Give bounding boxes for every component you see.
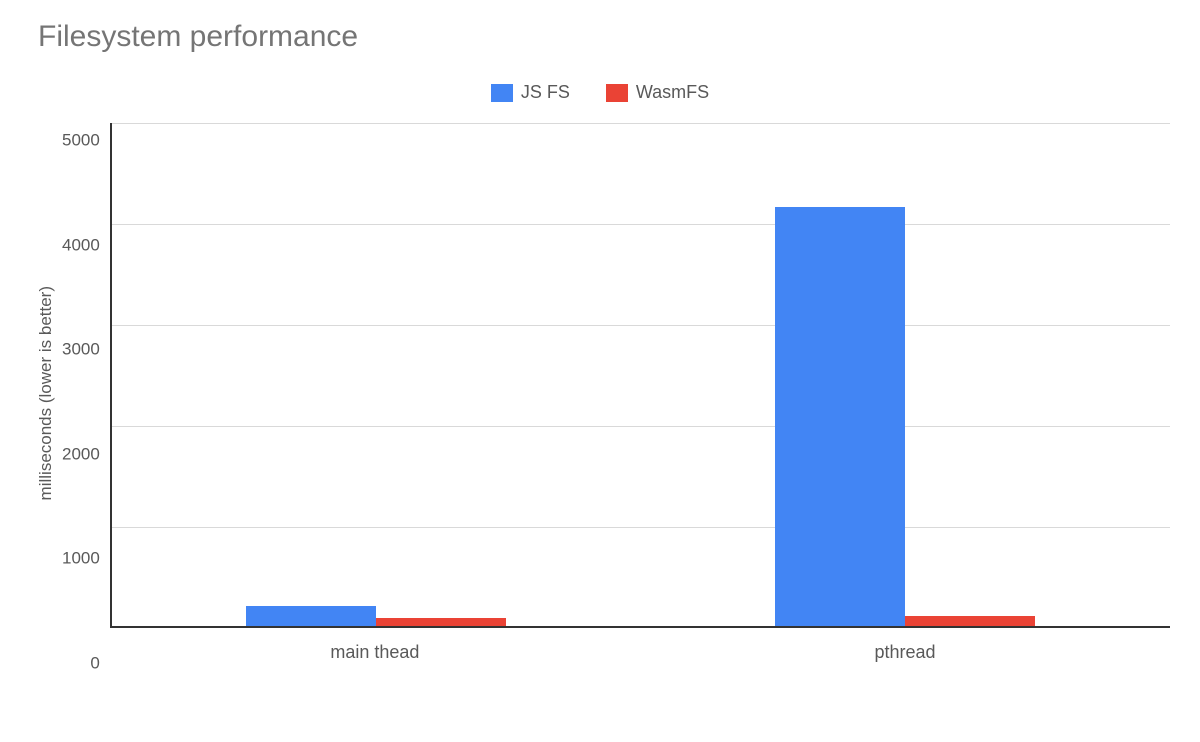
legend-label-jsfs: JS FS — [521, 82, 570, 103]
group-pthread — [641, 123, 1170, 628]
y-tick: 5000 — [62, 132, 100, 149]
chart-body: milliseconds (lower is better) 5000 4000… — [30, 123, 1170, 663]
plot-area — [110, 123, 1170, 628]
bar-jsfs-main — [246, 606, 376, 628]
bar-wasmfs-pthread — [905, 616, 1035, 628]
group-main-thread — [112, 123, 641, 628]
y-tick: 0 — [90, 654, 99, 671]
y-axis-ticks: 5000 4000 3000 2000 1000 0 — [62, 123, 110, 663]
bar-groups — [112, 123, 1170, 628]
legend-item-wasmfs: WasmFS — [606, 82, 709, 103]
x-tick: main thead — [110, 642, 640, 663]
y-tick: 3000 — [62, 341, 100, 358]
legend-label-wasmfs: WasmFS — [636, 82, 709, 103]
legend-swatch-jsfs — [491, 84, 513, 102]
legend: JS FS WasmFS — [30, 82, 1170, 103]
legend-swatch-wasmfs — [606, 84, 628, 102]
x-tick: pthread — [640, 642, 1170, 663]
y-tick: 4000 — [62, 236, 100, 253]
bar-wasmfs-main — [376, 618, 506, 628]
y-tick: 1000 — [62, 550, 100, 567]
chart-title: Filesystem performance — [38, 20, 1170, 54]
y-tick: 2000 — [62, 445, 100, 462]
x-axis-ticks: main thead pthread — [110, 642, 1170, 663]
legend-item-jsfs: JS FS — [491, 82, 570, 103]
bar-jsfs-pthread — [775, 207, 905, 628]
y-axis-label: milliseconds (lower is better) — [30, 286, 62, 500]
